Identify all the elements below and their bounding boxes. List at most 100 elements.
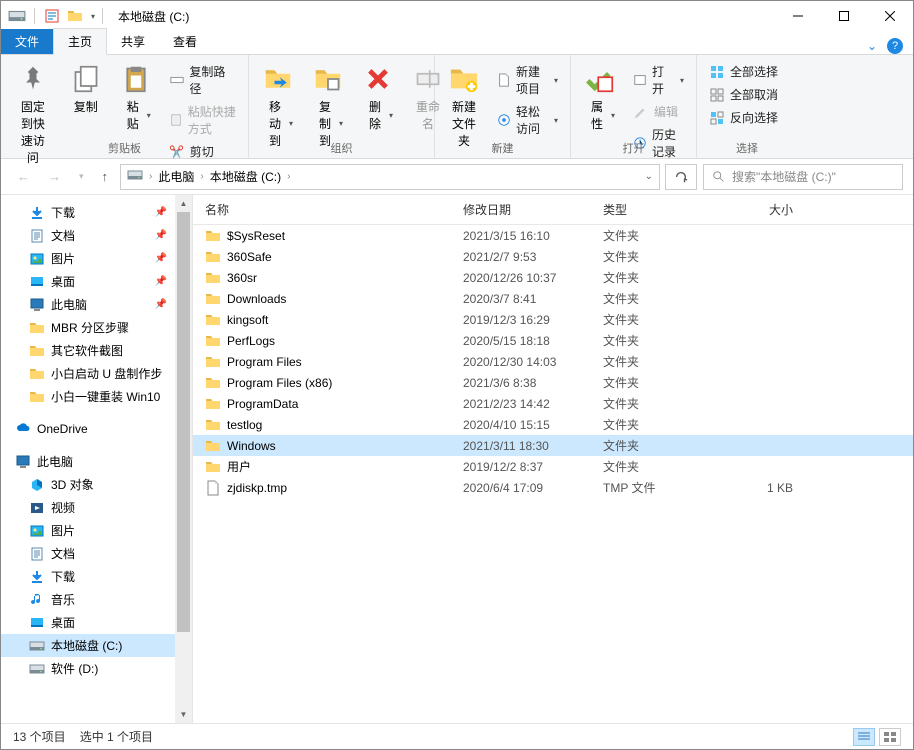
file-date: 2021/2/7 9:53: [463, 250, 603, 264]
breadcrumb-pc[interactable]: 此电脑: [158, 168, 194, 185]
file-date: 2020/12/26 10:37: [463, 271, 603, 285]
file-list-header[interactable]: 名称 修改日期 类型 大小: [193, 195, 913, 225]
file-date: 2020/4/10 15:15: [463, 418, 603, 432]
close-button[interactable]: [867, 1, 913, 31]
nav-xiaobai-win10[interactable]: 小白一键重装 Win10: [1, 385, 175, 408]
nav-desktop[interactable]: 桌面📌: [1, 270, 175, 293]
column-name[interactable]: 名称: [205, 201, 463, 218]
tab-file[interactable]: 文件: [1, 29, 53, 54]
file-type: 文件夹: [603, 332, 723, 349]
file-row[interactable]: Windows2021/3/11 18:30文件夹: [193, 435, 913, 456]
file-row[interactable]: Downloads2020/3/7 8:41文件夹: [193, 288, 913, 309]
quick-folder-icon[interactable]: [65, 6, 85, 26]
chevron-right-icon[interactable]: ›: [287, 171, 290, 182]
qat-more-icon[interactable]: ▾: [91, 12, 95, 21]
column-date[interactable]: 修改日期: [463, 201, 603, 218]
edit-button[interactable]: 编辑: [629, 101, 688, 122]
breadcrumb-drive[interactable]: 本地磁盘 (C:): [210, 168, 281, 185]
nav-music[interactable]: 音乐: [1, 588, 175, 611]
file-list[interactable]: $SysReset2021/3/15 16:10文件夹 360Safe 2021/2…: [193, 225, 913, 723]
new-folder-button[interactable]: 新建 文件夹: [443, 59, 485, 153]
chevron-right-icon[interactable]: ›: [149, 171, 152, 182]
chevron-right-icon[interactable]: ›: [200, 171, 203, 182]
pin-icon: 📌: [155, 207, 167, 218]
folder-icon: [205, 438, 221, 454]
details-view-button[interactable]: [853, 728, 875, 746]
file-date: 2020/12/30 14:03: [463, 355, 603, 369]
open-button[interactable]: 打开▾: [629, 61, 688, 99]
file-date: 2021/2/23 14:42: [463, 397, 603, 411]
file-row[interactable]: kingsoft2019/12/3 16:29文件夹: [193, 309, 913, 330]
nav-thispc[interactable]: 此电脑: [1, 450, 175, 473]
file-row[interactable]: 360Safe2021/2/7 9:53文件夹: [193, 246, 913, 267]
tab-share[interactable]: 共享: [107, 29, 159, 54]
window-title: 本地磁盘 (C:): [118, 8, 189, 25]
file-name: PerfLogs: [227, 334, 275, 348]
file-name: Windows: [227, 439, 276, 453]
nav-other-shot[interactable]: 其它软件截图: [1, 339, 175, 362]
nav-ddrive[interactable]: 软件 (D:): [1, 657, 175, 680]
folder-icon: [205, 291, 221, 307]
paste-shortcut-button[interactable]: 粘贴快捷方式: [165, 101, 240, 139]
file-row[interactable]: Program Files (x86)2021/3/6 8:38文件夹: [193, 372, 913, 393]
easy-access-button[interactable]: 轻松访问▾: [493, 101, 562, 139]
maximize-button[interactable]: [821, 1, 867, 31]
file-row[interactable]: Program Files2020/12/30 14:03文件夹: [193, 351, 913, 372]
nav-scrollbar[interactable]: ▲ ▼: [175, 195, 192, 723]
nav-downloads2[interactable]: 下载: [1, 565, 175, 588]
nav-downloads[interactable]: 下载📌: [1, 201, 175, 224]
collapse-ribbon-icon[interactable]: ⌄: [867, 39, 877, 53]
file-row[interactable]: 360sr2020/12/26 10:37文件夹: [193, 267, 913, 288]
column-size[interactable]: 大小: [723, 201, 793, 218]
file-name: 360Safe: [227, 250, 272, 264]
file-row[interactable]: zjdiskp.tmp2020/6/4 17:09TMP 文件1 KB: [193, 477, 913, 498]
tab-view[interactable]: 查看: [159, 29, 211, 54]
nav-onedrive[interactable]: OneDrive: [1, 418, 175, 440]
file-date: 2019/12/2 8:37: [463, 460, 603, 474]
nav-documents2[interactable]: 文档: [1, 542, 175, 565]
ribbon: 固定到快 速访问 复制 粘贴▾ 复制路径 粘贴快捷方式 ✂️剪切 剪贴板 移动到…: [1, 55, 913, 159]
nav-desktop2[interactable]: 桌面: [1, 611, 175, 634]
file-row[interactable]: PerfLogs 2020/5/15 18:18文件夹: [193, 330, 913, 351]
status-item-count: 13 个项目: [13, 728, 66, 745]
search-input[interactable]: 搜索"本地磁盘 (C:)": [703, 164, 903, 190]
file-name: kingsoft: [227, 313, 268, 327]
copy-to-button[interactable]: 复制到▾: [307, 59, 349, 153]
column-type[interactable]: 类型: [603, 201, 723, 218]
pin-icon: 📌: [155, 230, 167, 241]
refresh-button[interactable]: [665, 164, 697, 190]
file-row[interactable]: testlog2020/4/10 15:15文件夹: [193, 414, 913, 435]
copy-path-button[interactable]: 复制路径: [165, 61, 240, 99]
file-list-pane: 名称 修改日期 类型 大小 $SysReset2021/3/15 16:10文件…: [193, 195, 913, 723]
nav-3d-objects[interactable]: 3D 对象: [1, 473, 175, 496]
quick-props-icon[interactable]: [42, 6, 62, 26]
minimize-button[interactable]: [775, 1, 821, 31]
thumbnails-view-button[interactable]: [879, 728, 901, 746]
file-row[interactable]: $SysReset2021/3/15 16:10文件夹: [193, 225, 913, 246]
new-item-button[interactable]: 新建项目▾: [493, 61, 562, 99]
pin-icon: 📌: [155, 299, 167, 310]
file-row[interactable]: ProgramData2021/2/23 14:42文件夹: [193, 393, 913, 414]
tab-home[interactable]: 主页: [53, 28, 107, 55]
nav-cdrive[interactable]: 本地磁盘 (C:): [1, 634, 175, 657]
nav-mbr[interactable]: MBR 分区步骤: [1, 316, 175, 339]
file-date: 2020/5/15 18:18: [463, 334, 603, 348]
help-icon[interactable]: ?: [887, 38, 903, 54]
nav-thispc-quick[interactable]: 此电脑📌: [1, 293, 175, 316]
nav-pictures2[interactable]: 图片: [1, 519, 175, 542]
nav-pictures[interactable]: 图片📌: [1, 247, 175, 270]
file-row[interactable]: 用户2019/12/2 8:37文件夹: [193, 456, 913, 477]
delete-button[interactable]: 删除▾: [357, 59, 399, 153]
nav-videos[interactable]: 视频: [1, 496, 175, 519]
search-icon: [712, 170, 726, 184]
nav-documents[interactable]: 文档📌: [1, 224, 175, 247]
nav-xiaobai-usb[interactable]: 小白启动 U 盘制作步: [1, 362, 175, 385]
select-all-button[interactable]: 全部选择: [705, 61, 789, 82]
file-type: 文件夹: [603, 458, 723, 475]
invert-selection-button[interactable]: 反向选择: [705, 107, 789, 128]
move-to-button[interactable]: 移动到▾: [257, 59, 299, 153]
address-dropdown-icon[interactable]: ⌄: [645, 171, 653, 182]
folder-icon: [205, 375, 221, 391]
file-type: 文件夹: [603, 227, 723, 244]
select-none-button[interactable]: 全部取消: [705, 84, 789, 105]
